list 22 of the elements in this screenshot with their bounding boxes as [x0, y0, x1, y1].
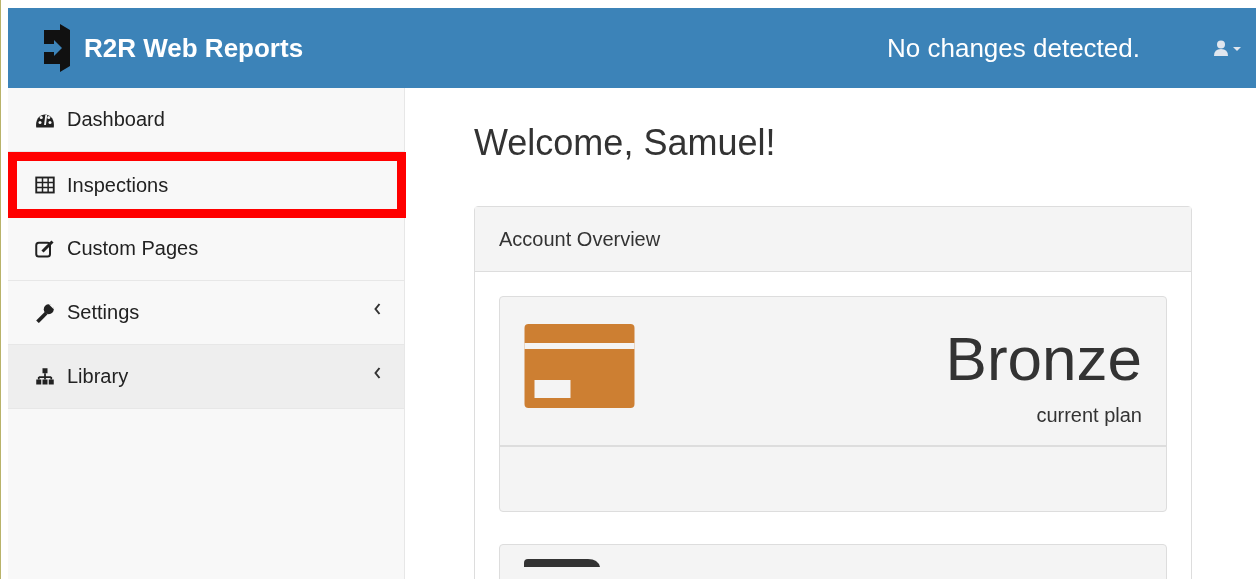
- table-icon: [35, 175, 55, 195]
- menu-label: Dashboard: [67, 108, 165, 131]
- logo-icon: [42, 24, 72, 72]
- sidebar-item[interactable]: Inspections: [8, 152, 406, 218]
- sitemap-icon: [35, 366, 55, 387]
- plan-name: Bronze: [945, 324, 1142, 394]
- status-message: No changes detected.: [887, 32, 1140, 64]
- menu-label: Library: [67, 365, 129, 388]
- menu-label: Inspections: [67, 173, 169, 197]
- menu-label: Settings: [67, 301, 140, 324]
- sidebar-item[interactable]: Library: [8, 345, 404, 409]
- panel-title: Account Overview: [499, 227, 661, 251]
- brand-title[interactable]: R2R Web Reports: [84, 32, 304, 64]
- sidebar-item[interactable]: Custom Pages: [8, 217, 404, 281]
- sidebar-item[interactable]: Dashboard: [8, 88, 404, 152]
- wrench-icon: [35, 302, 55, 323]
- welcome-heading: Welcome, Samuel!: [474, 122, 777, 164]
- credit-card-icon: [524, 324, 635, 408]
- edit-icon: [35, 238, 55, 259]
- plan-caption: current plan: [1036, 404, 1142, 427]
- dark-shape-icon: [524, 559, 600, 567]
- menu-label: Custom Pages: [67, 237, 199, 260]
